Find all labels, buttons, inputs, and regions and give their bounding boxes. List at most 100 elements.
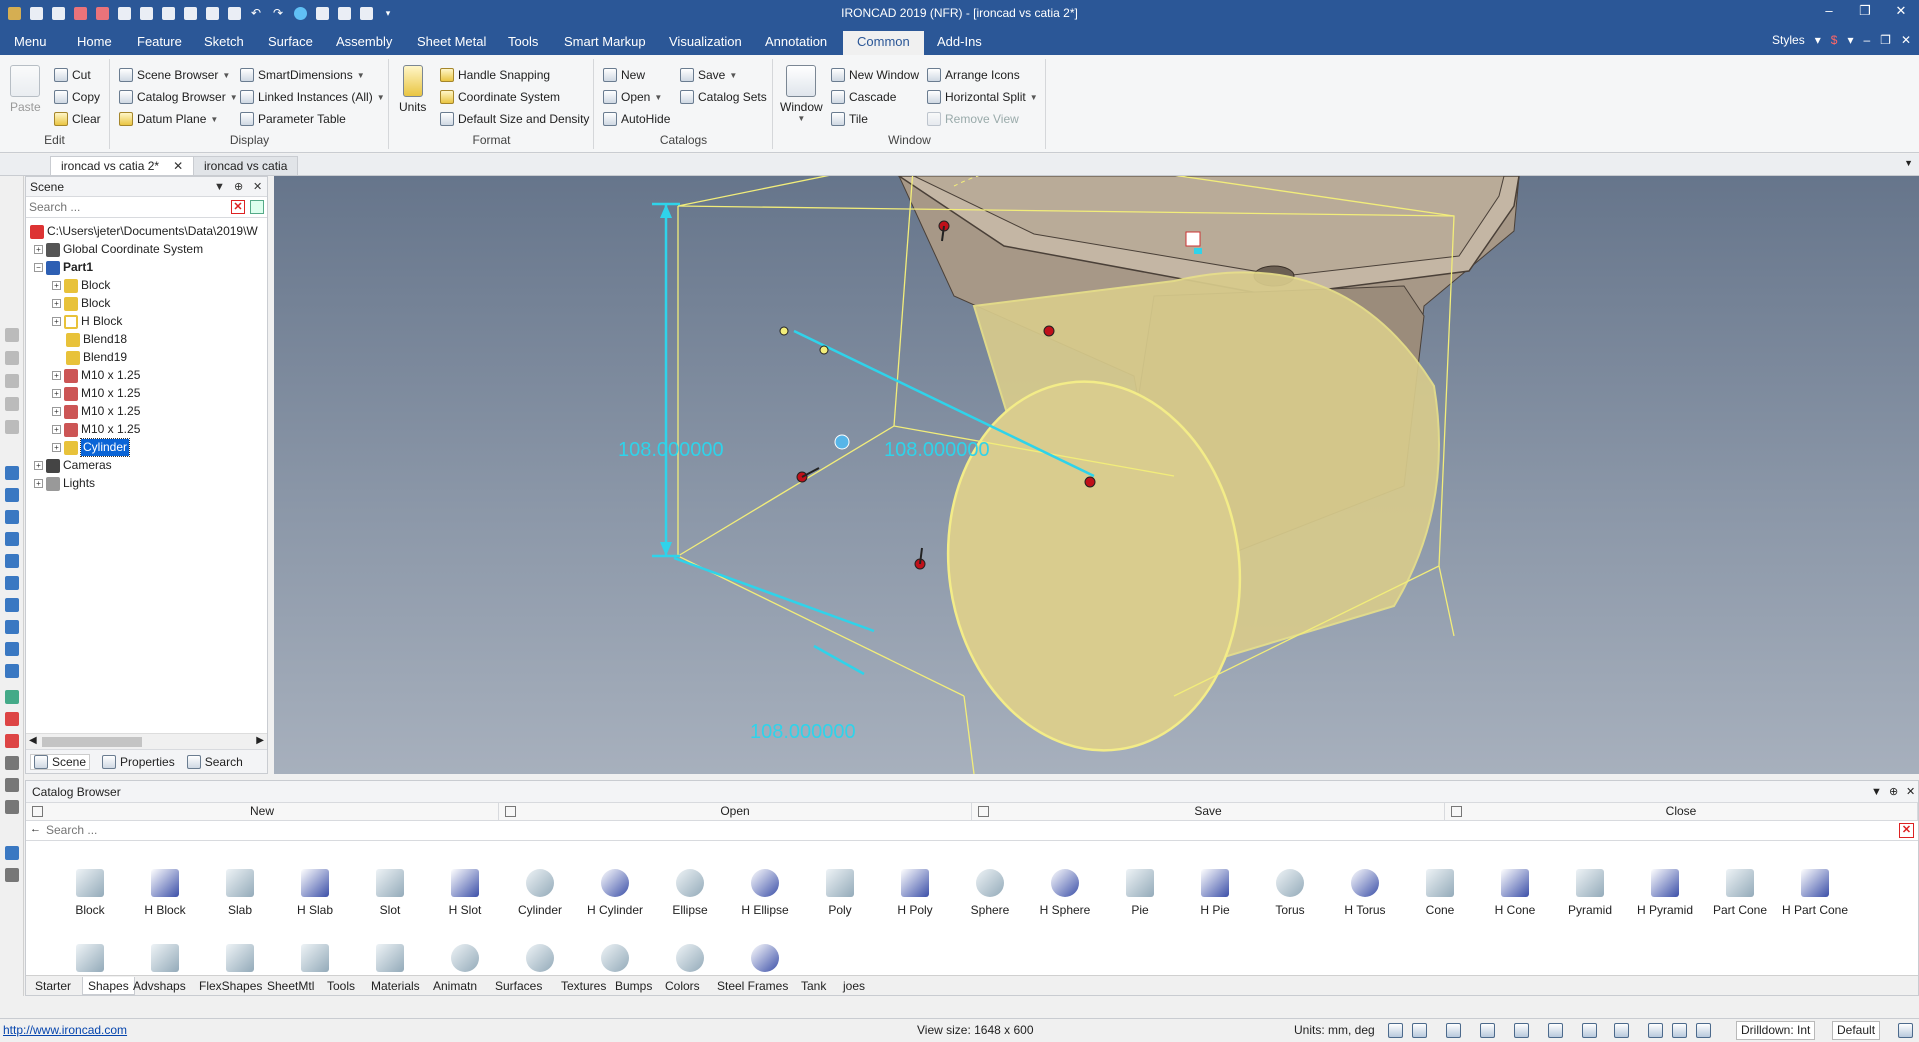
doc-minimize-icon[interactable]: – bbox=[1863, 33, 1870, 47]
view-back-icon[interactable] bbox=[5, 488, 19, 502]
autohide-button[interactable]: AutoHide bbox=[603, 110, 670, 128]
tab-add-ins[interactable]: Add-Ins bbox=[931, 32, 988, 53]
tree-item-block[interactable]: + Block bbox=[52, 277, 110, 294]
view-iso-icon[interactable] bbox=[5, 598, 19, 612]
catalog-shape-item[interactable]: H Block bbox=[127, 869, 203, 917]
tab-feature[interactable]: Feature bbox=[131, 32, 188, 53]
tree-item-cameras[interactable]: + Cameras bbox=[34, 457, 112, 474]
expand-icon[interactable]: + bbox=[52, 371, 61, 380]
catalog-shape-item[interactable]: H Slab bbox=[277, 869, 353, 917]
handle-marker-icon[interactable] bbox=[1194, 248, 1202, 254]
catalog-tab[interactable]: Tank bbox=[796, 977, 831, 995]
tab-search[interactable]: Search bbox=[186, 754, 243, 769]
tool-icon[interactable] bbox=[5, 868, 19, 882]
catalog-shape-item[interactable]: Poly bbox=[802, 869, 878, 917]
catalog-shape-item[interactable]: Pie bbox=[1102, 869, 1178, 917]
linked-instances-button[interactable]: Linked Instances (All) ▼ bbox=[240, 88, 385, 106]
scene-browser-button[interactable]: Scene Browser ▼ bbox=[119, 66, 230, 84]
tab-common[interactable]: Common bbox=[843, 31, 924, 55]
dimension-width[interactable]: 108.000000 bbox=[750, 721, 856, 743]
help-icon[interactable]: $ bbox=[1831, 33, 1838, 47]
pin-icon[interactable]: ⊕ bbox=[1889, 781, 1898, 803]
catalog-shape-item[interactable]: Pyramid bbox=[1552, 869, 1628, 917]
tab-smart-markup[interactable]: Smart Markup bbox=[558, 32, 652, 53]
catalog-tab[interactable]: Textures bbox=[556, 977, 611, 995]
tab-properties[interactable]: Properties bbox=[102, 754, 175, 769]
tree-item-thread[interactable]: + M10 x 1.25 bbox=[52, 421, 140, 438]
catalog-tab[interactable]: Surfaces bbox=[490, 977, 547, 995]
tool-icon[interactable] bbox=[5, 712, 19, 726]
catalog-shape-item[interactable]: Block bbox=[52, 869, 128, 917]
catalog-shape-item[interactable]: H Ellipse bbox=[727, 869, 803, 917]
tool-icon[interactable] bbox=[5, 800, 19, 814]
datum-plane-button[interactable]: Datum Plane ▼ bbox=[119, 110, 218, 128]
clear-search-icon[interactable]: ✕ bbox=[231, 200, 245, 214]
catalog-shape-item[interactable]: H Poly bbox=[877, 869, 953, 917]
select-icon[interactable] bbox=[1696, 1023, 1711, 1038]
collapse-icon[interactable]: − bbox=[34, 263, 43, 272]
drilldown-dropdown[interactable]: Drilldown: Int bbox=[1736, 1021, 1816, 1040]
expand-icon[interactable]: + bbox=[52, 389, 61, 398]
style-dropdown[interactable]: Default bbox=[1832, 1021, 1881, 1040]
tree-item-lights[interactable]: + Lights bbox=[34, 475, 95, 492]
catalog-tab[interactable]: Tools bbox=[322, 977, 360, 995]
expand-icon[interactable]: + bbox=[52, 425, 61, 434]
catalog-shape-item[interactable]: Part Cone bbox=[1702, 869, 1778, 917]
tree-item-block[interactable]: + Block bbox=[52, 295, 110, 312]
view-tool-icon[interactable] bbox=[5, 620, 19, 634]
tool-icon[interactable] bbox=[5, 351, 19, 365]
close-window-button[interactable]: ✕ bbox=[1886, 3, 1916, 23]
catalog-tab[interactable]: Shapes bbox=[82, 977, 135, 995]
display-icon[interactable] bbox=[1582, 1023, 1597, 1038]
view-tool-icon[interactable] bbox=[5, 664, 19, 678]
copy-button[interactable]: Copy bbox=[54, 88, 100, 106]
view-front-icon[interactable] bbox=[5, 466, 19, 480]
catalog-shape-item[interactable]: H Sphere bbox=[1027, 869, 1103, 917]
catalog-shape-item[interactable]: Slab bbox=[202, 869, 278, 917]
catalog-new-button[interactable]: New bbox=[603, 66, 645, 84]
anchor-icon[interactable] bbox=[834, 434, 850, 450]
new-window-button[interactable]: New Window bbox=[831, 66, 919, 84]
tree-item-blend18[interactable]: Blend18 bbox=[66, 331, 127, 348]
section-icon[interactable] bbox=[1614, 1023, 1629, 1038]
tool-icon[interactable] bbox=[5, 328, 19, 342]
catalog-tab[interactable]: Advshaps bbox=[128, 977, 191, 995]
catalog-tab[interactable]: joes bbox=[838, 977, 870, 995]
restore-button[interactable]: ❐ bbox=[1850, 3, 1880, 23]
units-button[interactable]: Units bbox=[399, 65, 426, 114]
tree-item-thread[interactable]: + M10 x 1.25 bbox=[52, 385, 140, 402]
back-arrow-icon[interactable]: ← bbox=[30, 823, 41, 835]
panel-menu-icon[interactable]: ▼ bbox=[1871, 781, 1882, 803]
expand-icon[interactable]: + bbox=[34, 479, 43, 488]
catalog-shape-item[interactable]: H Torus bbox=[1327, 869, 1403, 917]
catalog-shape-item[interactable]: Ellipse bbox=[652, 869, 728, 917]
styles-caret-icon[interactable]: ▾ bbox=[1815, 33, 1821, 47]
expand-icon[interactable]: + bbox=[52, 317, 61, 326]
tab-tools[interactable]: Tools bbox=[502, 32, 544, 53]
pin-icon[interactable]: ⊕ bbox=[234, 177, 243, 197]
tool-icon[interactable] bbox=[5, 420, 19, 434]
catalog-tab[interactable]: FlexShapes bbox=[194, 977, 267, 995]
default-size-density-button[interactable]: Default Size and Density bbox=[440, 110, 589, 128]
catalog-tab[interactable]: Bumps bbox=[610, 977, 657, 995]
tree-item-part1[interactable]: − Part1 bbox=[34, 259, 93, 276]
3d-viewport[interactable]: 108.000000 108.000000 108.000000 bbox=[274, 176, 1919, 774]
scene-horizontal-scrollbar[interactable]: ◀ ▶ bbox=[26, 733, 267, 749]
catalog-search-input[interactable] bbox=[26, 821, 1726, 839]
expand-icon[interactable]: + bbox=[52, 443, 61, 452]
expand-icon[interactable]: + bbox=[52, 299, 61, 308]
doc-close-icon[interactable]: ✕ bbox=[1901, 33, 1911, 47]
tool-icon[interactable] bbox=[5, 778, 19, 792]
tool-icon[interactable] bbox=[5, 756, 19, 770]
window-button[interactable]: Window ▼ bbox=[780, 65, 823, 123]
catalog-save-action[interactable]: Save bbox=[972, 803, 1445, 820]
paste-button[interactable]: Paste bbox=[10, 65, 41, 114]
catalog-shape-item[interactable]: H Pie bbox=[1177, 869, 1253, 917]
tree-item-thread[interactable]: + M10 x 1.25 bbox=[52, 367, 140, 384]
dimension-icon[interactable] bbox=[5, 690, 19, 704]
catalog-tab[interactable]: Steel Frames bbox=[712, 977, 793, 995]
horizontal-split-button[interactable]: Horizontal Split ▼ bbox=[927, 88, 1038, 106]
catalog-shape-item[interactable]: Cone bbox=[1402, 869, 1478, 917]
view-bottom-icon[interactable] bbox=[5, 532, 19, 546]
tab-annotation[interactable]: Annotation bbox=[759, 32, 833, 53]
